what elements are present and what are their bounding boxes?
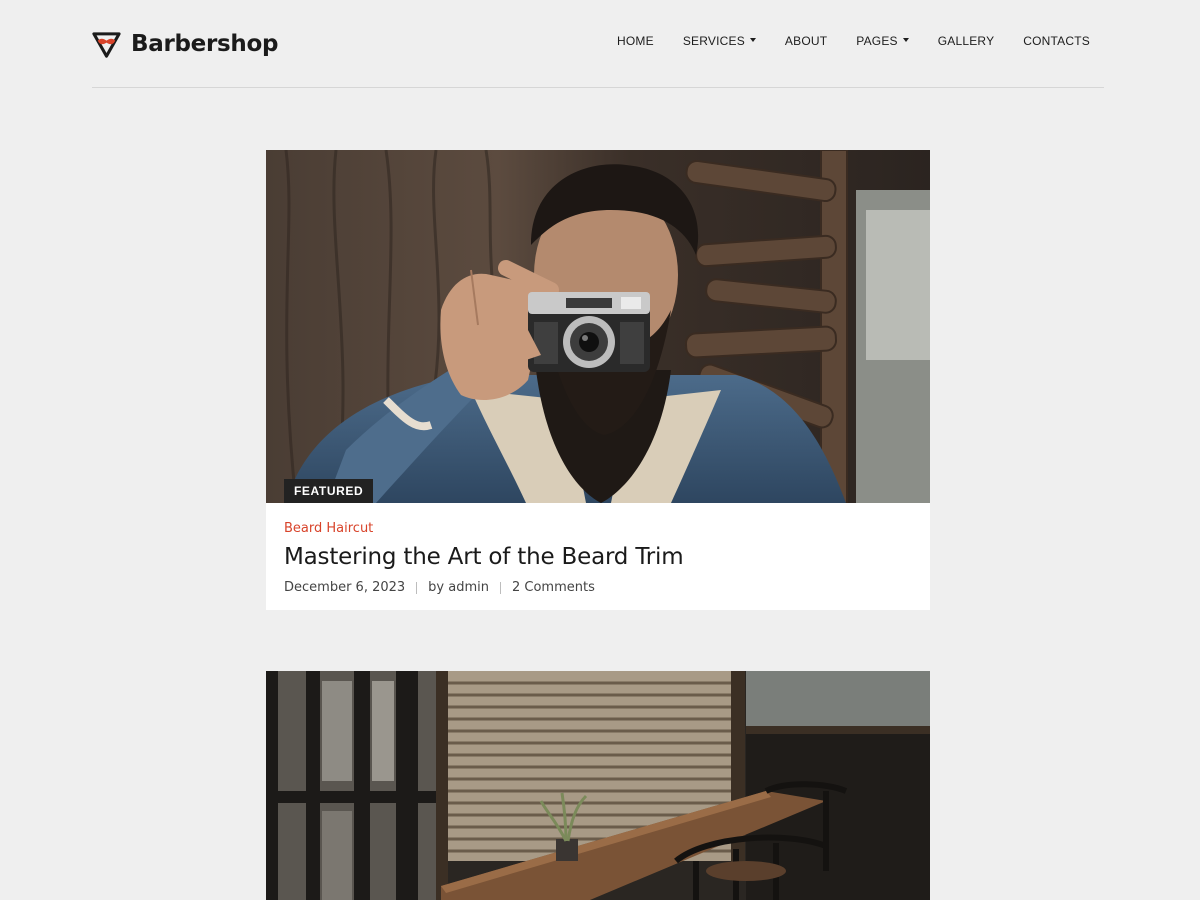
nav-item-label: HOME xyxy=(617,34,654,48)
nav-item-home[interactable]: HOME xyxy=(617,34,654,48)
mustache-logo-icon xyxy=(92,31,121,58)
nav-item-label: SERVICES xyxy=(682,34,745,48)
nav-item-label: PAGES xyxy=(856,34,898,48)
post-card xyxy=(266,671,930,900)
site-header: Barbershop HOME SERVICES ABOUT PAGES GAL… xyxy=(92,0,1104,88)
post-meta: December 6, 2023 by admin 2 Comments xyxy=(284,580,912,595)
post-card: FEATURED Beard Haircut Mastering the Art… xyxy=(266,150,930,610)
nav-item-services[interactable]: SERVICES xyxy=(683,34,756,48)
main-nav: HOME SERVICES ABOUT PAGES GALLERY CONTAC… xyxy=(617,34,1090,48)
nav-item-label: CONTACTS xyxy=(1023,34,1090,48)
site-logo[interactable]: Barbershop xyxy=(92,28,278,60)
man-with-camera-photo xyxy=(266,150,930,503)
post-comments-link[interactable]: 2 Comments xyxy=(512,580,595,595)
post-featured-image[interactable] xyxy=(266,671,930,900)
post-body: Beard Haircut Mastering the Art of the B… xyxy=(284,521,912,595)
cafe-interior-photo xyxy=(266,671,930,900)
post-author[interactable]: by admin xyxy=(428,580,489,595)
nav-item-contacts[interactable]: CONTACTS xyxy=(1023,34,1090,48)
meta-divider xyxy=(499,581,501,594)
featured-badge: FEATURED xyxy=(284,479,374,503)
post-date[interactable]: December 6, 2023 xyxy=(284,580,405,595)
meta-divider xyxy=(416,581,418,594)
site-name: Barbershop xyxy=(131,31,279,57)
nav-item-label: ABOUT xyxy=(784,34,828,48)
post-featured-image[interactable] xyxy=(266,150,930,503)
post-category-link[interactable]: Beard Haircut xyxy=(284,521,912,537)
nav-item-about[interactable]: ABOUT xyxy=(785,34,827,48)
post-title[interactable]: Mastering the Art of the Beard Trim xyxy=(284,542,912,572)
nav-item-label: GALLERY xyxy=(937,34,995,48)
nav-item-pages[interactable]: PAGES xyxy=(856,34,909,48)
nav-item-gallery[interactable]: GALLERY xyxy=(938,34,995,48)
caret-down-icon xyxy=(749,38,756,42)
caret-down-icon xyxy=(902,38,909,42)
